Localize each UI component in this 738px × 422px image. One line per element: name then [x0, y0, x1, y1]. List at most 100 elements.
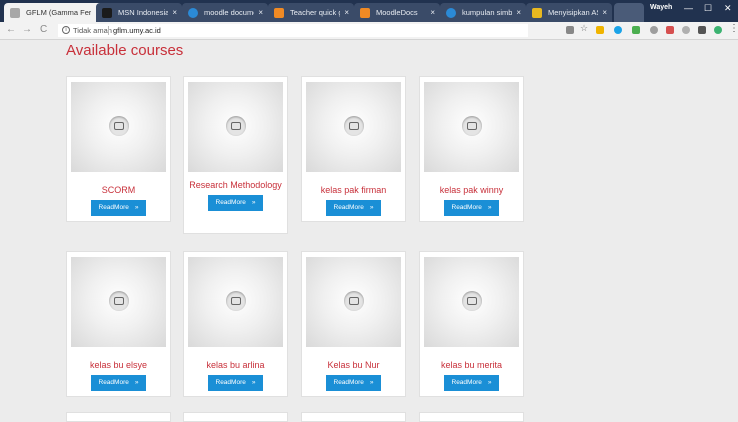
google-icon: [446, 8, 456, 18]
url-text[interactable]: gflm.umy.ac.id: [113, 24, 161, 37]
readmore-button[interactable]: ReadMore »: [443, 375, 500, 391]
readmore-label: ReadMore: [215, 379, 246, 386]
tab-label: moodle documen: [204, 8, 254, 17]
tab-label: kumpulan simbol: [462, 8, 512, 17]
course-card[interactable]: SCORM ReadMore »: [66, 76, 171, 222]
course-image[interactable]: [188, 257, 283, 347]
readmore-button[interactable]: ReadMore »: [207, 375, 264, 391]
double-chevron-right-icon: »: [487, 204, 492, 211]
extension-icon[interactable]: [698, 26, 706, 34]
course-name[interactable]: kelas bu elsye: [67, 360, 170, 371]
tab-teacher-quick-guide[interactable]: Teacher quick gui ×: [268, 3, 354, 22]
course-card-partial[interactable]: [183, 412, 288, 422]
camera-icon: [226, 291, 246, 311]
course-image[interactable]: [306, 82, 401, 172]
close-icon[interactable]: ×: [602, 3, 607, 22]
page-icon: [532, 8, 542, 18]
extension-icon[interactable]: [682, 26, 690, 34]
course-image[interactable]: [188, 82, 283, 172]
tab-label: Teacher quick gui: [290, 8, 340, 17]
msn-icon: [102, 8, 112, 18]
course-image[interactable]: [71, 257, 166, 347]
camera-icon: [462, 116, 482, 136]
double-chevron-right-icon: »: [251, 379, 256, 386]
extension-icon[interactable]: [596, 26, 604, 34]
address-separator: [108, 26, 109, 35]
double-chevron-right-icon: »: [487, 379, 492, 386]
forward-icon[interactable]: →: [22, 24, 32, 35]
menu-icon[interactable]: ⋮: [729, 23, 738, 34]
close-icon[interactable]: ×: [516, 3, 521, 22]
course-name[interactable]: kelas bu merita: [420, 360, 523, 371]
new-tab-button[interactable]: [614, 3, 644, 22]
extension-icon[interactable]: [650, 26, 658, 34]
course-card[interactable]: kelas bu arlina ReadMore »: [183, 251, 288, 397]
readmore-label: ReadMore: [451, 204, 482, 211]
course-card-partial[interactable]: [66, 412, 171, 422]
extension-icon[interactable]: [714, 26, 722, 34]
camera-icon: [344, 116, 364, 136]
course-card[interactable]: Research Methodology ReadMore »: [183, 76, 288, 234]
address-bar[interactable]: i Tidak aman gflm.umy.ac.id: [58, 24, 528, 37]
info-icon[interactable]: i: [62, 26, 70, 34]
camera-icon: [226, 116, 246, 136]
minimize-icon[interactable]: —: [684, 3, 693, 13]
course-name[interactable]: kelas bu arlina: [184, 360, 287, 371]
reload-icon[interactable]: C: [40, 24, 47, 35]
close-icon[interactable]: ×: [172, 3, 177, 22]
readmore-label: ReadMore: [98, 379, 129, 386]
tab-moodledocs[interactable]: MoodleDocs ×: [354, 3, 440, 22]
course-name[interactable]: SCORM: [67, 185, 170, 196]
readmore-button[interactable]: ReadMore »: [325, 200, 382, 216]
readmore-label: ReadMore: [215, 199, 246, 206]
course-card-partial[interactable]: [419, 412, 524, 422]
close-icon[interactable]: ×: [258, 3, 263, 22]
course-card-partial[interactable]: [301, 412, 406, 422]
course-image[interactable]: [306, 257, 401, 347]
extension-icon[interactable]: [666, 26, 674, 34]
tab-menyisipkan-ascii[interactable]: Menyisipkan ASCI ×: [526, 3, 612, 22]
course-image[interactable]: [424, 82, 519, 172]
tab-label: MSN Indonesia | T: [118, 8, 168, 17]
double-chevron-right-icon: »: [134, 204, 139, 211]
readmore-button[interactable]: ReadMore »: [443, 200, 500, 216]
course-card[interactable]: Kelas bu Nur ReadMore »: [301, 251, 406, 397]
close-icon[interactable]: ×: [344, 3, 349, 22]
course-name[interactable]: kelas pak winny: [420, 185, 523, 196]
moodle-icon: [274, 8, 284, 18]
double-chevron-right-icon: »: [369, 204, 374, 211]
readmore-button[interactable]: ReadMore »: [90, 375, 147, 391]
window-close-icon[interactable]: ✕: [724, 3, 732, 14]
course-name[interactable]: Kelas bu Nur: [302, 360, 405, 371]
page-title: Available courses: [66, 42, 184, 59]
readmore-button[interactable]: ReadMore »: [207, 195, 264, 211]
readmore-button[interactable]: ReadMore »: [90, 200, 147, 216]
course-image[interactable]: [424, 257, 519, 347]
readmore-label: ReadMore: [333, 204, 364, 211]
tab-label: Menyisipkan ASCI: [548, 8, 598, 17]
course-card[interactable]: kelas pak winny ReadMore »: [419, 76, 524, 222]
course-card[interactable]: kelas bu merita ReadMore »: [419, 251, 524, 397]
course-name[interactable]: kelas pak firman: [302, 185, 405, 196]
course-name[interactable]: Research Methodology: [184, 180, 287, 191]
course-card[interactable]: kelas bu elsye ReadMore »: [66, 251, 171, 397]
maximize-icon[interactable]: ☐: [704, 3, 712, 14]
profile-name[interactable]: Wayeh: [650, 4, 672, 11]
extension-icon[interactable]: [632, 26, 640, 34]
readmore-label: ReadMore: [451, 379, 482, 386]
moodle-icon: [360, 8, 370, 18]
tab-msn[interactable]: MSN Indonesia | T ×: [96, 3, 182, 22]
course-image[interactable]: [71, 82, 166, 172]
close-icon[interactable]: ×: [430, 3, 435, 22]
readmore-label: ReadMore: [98, 204, 129, 211]
tab-moodle-documentation[interactable]: moodle documen ×: [182, 3, 268, 22]
course-card[interactable]: kelas pak firman ReadMore »: [301, 76, 406, 222]
back-icon[interactable]: ←: [6, 24, 16, 35]
bookmark-star-icon[interactable]: ☆: [580, 23, 588, 33]
double-chevron-right-icon: »: [134, 379, 139, 386]
translate-icon[interactable]: [566, 26, 574, 34]
tab-kumpulan-simbol[interactable]: kumpulan simbol ×: [440, 3, 526, 22]
readmore-button[interactable]: ReadMore »: [325, 375, 382, 391]
camera-icon: [462, 291, 482, 311]
extension-icon[interactable]: [614, 26, 622, 34]
